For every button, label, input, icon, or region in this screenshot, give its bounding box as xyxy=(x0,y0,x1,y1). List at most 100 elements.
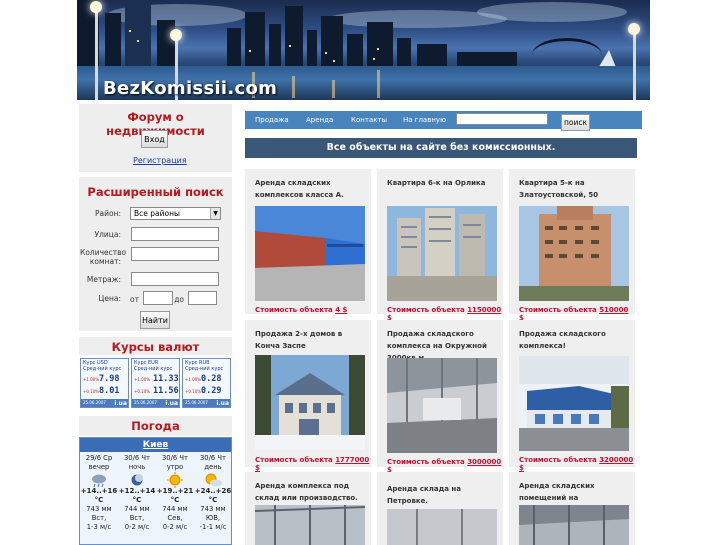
currency-title: Курсы валют xyxy=(111,340,200,354)
district-select-value: Все районы xyxy=(134,209,180,218)
currency-sub: Сред-ний курс xyxy=(185,366,224,372)
currency-buy: 0.28 xyxy=(201,374,222,384)
site-search-button[interactable]: поиск xyxy=(561,114,590,131)
currency-box: Курсы валют xyxy=(79,337,232,355)
weather-wind: -1-1 м/с xyxy=(199,523,227,531)
price-to-input[interactable] xyxy=(188,291,217,305)
listing-title[interactable]: Аренда комплекса под склад или производс… xyxy=(255,480,368,504)
weather-date: 30/6 Чт xyxy=(123,454,151,462)
listing-card[interactable]: Аренда складских комплексов класса А. Ст… xyxy=(245,169,371,314)
area-label: Метраж: xyxy=(86,275,121,284)
listing-card[interactable]: Квартира 5-к на Златоустовской, 50 Стоим… xyxy=(509,169,635,322)
listing-photo[interactable] xyxy=(255,505,365,545)
listing-title[interactable]: Аренда склада на Петровке. xyxy=(387,483,500,507)
nav-home[interactable]: На главную xyxy=(403,111,446,129)
listing-photo[interactable] xyxy=(519,206,629,301)
nav-contacts[interactable]: Контакты xyxy=(351,111,387,129)
listing-photo[interactable] xyxy=(255,206,365,301)
currency-widget-eur[interactable]: Курс EUR Сред-ний курс +1.00% 11.33 +0.10… xyxy=(131,358,180,408)
weather-city-link[interactable]: Киев xyxy=(80,438,231,452)
currency-date: 25.06.2007 xyxy=(134,400,157,405)
price-from-label: от xyxy=(130,295,139,304)
weather-pressure: 743 мм xyxy=(200,505,226,513)
listing-title[interactable]: Квартира 5-к на Златоустовской, 50 xyxy=(519,177,632,201)
weather-wind-dir: Вст, xyxy=(129,514,145,522)
weather-temp: +24..+26 °С xyxy=(194,487,232,504)
currency-date: 25.06.2007 xyxy=(83,400,106,405)
price-label: Цена: xyxy=(98,294,121,303)
weather-date: 30/6 Чт xyxy=(161,454,189,462)
listing-price: Стоимость объекта 1777000 $ xyxy=(255,456,370,472)
weather-pressure: 743 мм xyxy=(86,505,112,513)
weather-period: вечер xyxy=(88,463,110,471)
listing-title[interactable]: Аренда складских комплексов класса А. xyxy=(255,177,368,201)
currency-buy: 7.98 xyxy=(99,374,120,384)
price-from-input[interactable] xyxy=(143,291,173,305)
site-search-input[interactable] xyxy=(456,113,548,125)
currency-widget-usd[interactable]: Курс USD Сред-ний курс +1.00% 7.98 +0.10%… xyxy=(80,358,129,408)
district-label: Район: xyxy=(94,209,121,218)
moon-icon xyxy=(118,472,156,487)
currency-sell: 8.01 xyxy=(99,386,120,396)
listing-photo[interactable] xyxy=(519,356,629,451)
weather-date: 29/6 Ср xyxy=(85,454,113,462)
listing-photo[interactable] xyxy=(387,206,497,301)
listing-card[interactable]: Продажа складского комплекса на Окружной… xyxy=(377,320,503,474)
listing-title[interactable]: Продажа 2-х домов в Конча Заспе xyxy=(255,328,368,352)
currency-buy-change: +1.00% xyxy=(185,377,202,382)
weather-wind-dir: ЮВ, xyxy=(205,514,221,522)
currency-sell-change: +0.10% xyxy=(185,389,202,394)
weather-widget: Киев 29/6 Ср вечер +14..+16 °С 743 мм Вс… xyxy=(79,437,232,545)
rooms-input[interactable] xyxy=(131,247,219,261)
weather-pressure: 744 мм xyxy=(162,505,188,513)
currency-buy: 11.33 xyxy=(153,374,179,384)
weather-wind: 0-2 м/с xyxy=(124,523,150,531)
currency-sell: 11.56 xyxy=(153,386,179,396)
currency-buy-change: +1.00% xyxy=(83,377,100,382)
weather-wind-dir: Вст, xyxy=(91,514,107,522)
weather-heading-box: Погода xyxy=(79,416,232,436)
listing-price: Стоимость объекта 3200000 $ xyxy=(519,456,634,472)
listing-price: Стоимость объекта 4 $ xyxy=(255,306,348,314)
district-select[interactable]: Все районы ▼ xyxy=(130,207,221,220)
nav-rent[interactable]: Аренда xyxy=(306,111,333,129)
listing-photo[interactable] xyxy=(387,358,497,453)
weather-pressure: 744 мм xyxy=(124,505,150,513)
iua-logo: i.ua xyxy=(165,400,178,407)
currency-sub: Сред-ний курс xyxy=(83,366,122,372)
currency-widget-rub[interactable]: Курс RUB Сред-ний курс +1.00% 0.28 +0.10%… xyxy=(182,358,231,408)
currency-date: 25.06.2007 xyxy=(185,400,208,405)
listing-title[interactable]: Квартира 6-к на Орлика xyxy=(387,177,500,189)
listing-title[interactable]: Продажа складского комплекса! xyxy=(519,328,632,352)
register-link[interactable]: Регистрация xyxy=(133,156,187,165)
chevron-down-icon[interactable]: ▼ xyxy=(210,208,220,219)
iua-logo: i.ua xyxy=(216,400,229,407)
price-to-label: до xyxy=(174,295,184,304)
search-submit-button[interactable]: Найти xyxy=(140,311,170,329)
listing-photo[interactable] xyxy=(387,509,497,545)
weather-wind: 0-2 м/с xyxy=(162,523,188,531)
listing-card[interactable]: Аренда складских помещений на м.Лыбидска… xyxy=(509,472,635,545)
page: { "header": {"logo": "BezKomissii.com"},… xyxy=(0,0,727,545)
weather-title: Погода xyxy=(131,419,180,433)
area-input[interactable] xyxy=(131,272,219,286)
street-input[interactable] xyxy=(131,227,219,241)
nav-sale[interactable]: Продажа xyxy=(255,111,289,129)
listing-card[interactable]: Квартира 6-к на Орлика Стоимость объекта… xyxy=(377,169,503,322)
weather-wind-dir: Сев, xyxy=(167,514,183,522)
listing-card[interactable]: Продажа складского комплекса! Стоимость … xyxy=(509,320,635,472)
listing-card[interactable]: Аренда комплекса под склад или производс… xyxy=(245,472,371,545)
rooms-label: Количество xyxy=(80,248,127,257)
street-label: Улица: xyxy=(94,230,121,239)
listing-photo[interactable] xyxy=(255,355,365,450)
listing-card[interactable]: Продажа 2-х домов в Конча Заспе Стоимост… xyxy=(245,320,371,472)
login-button[interactable]: Вход xyxy=(141,130,168,148)
site-logo[interactable]: BezKomissii.com xyxy=(103,78,277,99)
listing-photo[interactable] xyxy=(519,505,629,545)
weather-date: 30/6 Чт xyxy=(199,454,227,462)
promo-banner: Все объекты на сайте без комиссионных. xyxy=(245,138,637,158)
currency-sub: Сред-ний курс xyxy=(134,366,173,372)
listing-card[interactable]: Аренда склада на Петровке. xyxy=(377,472,503,545)
sun-icon xyxy=(156,471,194,488)
currency-sell-change: +0.10% xyxy=(134,389,151,394)
